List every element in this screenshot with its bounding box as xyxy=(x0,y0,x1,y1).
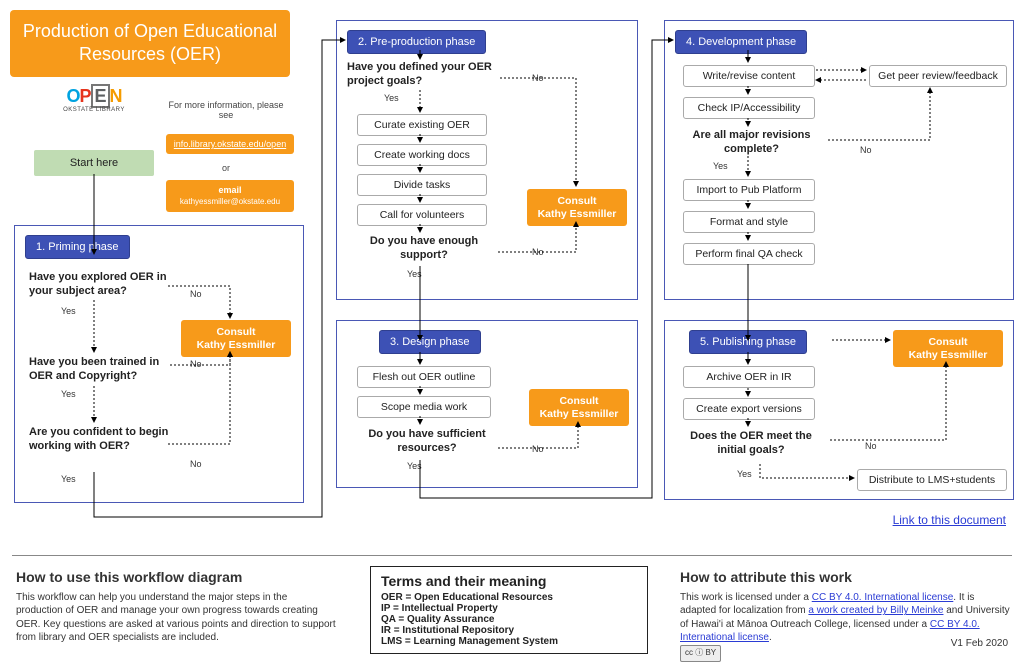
p1-q2-yes: Yes xyxy=(61,389,76,399)
consult-line2: Kathy Essmiller xyxy=(540,408,619,420)
p2-q1-no: No xyxy=(532,73,544,83)
cc-by-badge-icon: cc ⓘ BY xyxy=(680,645,721,662)
phase-4-step-qa: Perform final QA check xyxy=(683,243,815,265)
phase-2-panel: 2. Pre-production phase Have you defined… xyxy=(336,20,638,300)
email-address: kathyessmiller@okstate.edu xyxy=(180,197,280,206)
phase-1-q2: Have you been trained in OER and Copyrig… xyxy=(29,356,184,384)
phase-5-step-archive: Archive OER in IR xyxy=(683,366,815,388)
phase-2-step-divide: Divide tasks xyxy=(357,174,487,196)
term-oer: OER = Open Educational Resources xyxy=(381,592,553,603)
phase-1-consult[interactable]: Consult Kathy Essmiller xyxy=(181,320,291,357)
consult-line1: Consult xyxy=(928,336,967,348)
phase-2-step-curate: Curate existing OER xyxy=(357,114,487,136)
terms-heading: Terms and their meaning xyxy=(381,573,637,589)
info-link[interactable]: info.library.okstate.edu/open xyxy=(166,134,294,154)
p1-q3-yes: Yes xyxy=(61,474,76,484)
consult-line1: Consult xyxy=(557,195,596,207)
p1-q1-yes: Yes xyxy=(61,306,76,316)
p5-q1-yes: Yes xyxy=(737,469,752,479)
consult-line2: Kathy Essmiller xyxy=(909,349,988,361)
consult-line2: Kathy Essmiller xyxy=(538,208,617,220)
term-ir: IR = Institutional Repository xyxy=(381,625,514,636)
phase-2-consult[interactable]: Consult Kathy Essmiller xyxy=(527,189,627,226)
phase-4-panel: 4. Development phase Write/revise conten… xyxy=(664,20,1014,300)
phase-3-panel: 3. Design phase Flesh out OER outline Sc… xyxy=(336,320,638,488)
phase-5-header: 5. Publishing phase xyxy=(689,330,807,354)
p3-q1-no: No xyxy=(532,444,544,454)
phase-4-step-write: Write/revise content xyxy=(683,65,815,87)
logo-letter-p: P xyxy=(79,86,90,106)
logo-letter-o: O xyxy=(66,86,79,106)
cc-license-link-1[interactable]: CC BY 4.0. International license xyxy=(812,592,954,603)
original-work-link[interactable]: a work created by Billy Meinke xyxy=(808,605,943,616)
phase-4-q1: Are all major revisions complete? xyxy=(679,129,824,157)
p3-q1-yes: Yes xyxy=(407,461,422,471)
phase-2-q1: Have you defined your OER project goals? xyxy=(347,61,497,89)
phase-2-step-docs: Create working docs xyxy=(357,144,487,166)
or-text: or xyxy=(222,163,230,173)
version-label: V1 Feb 2020 xyxy=(951,638,1008,649)
how-to-use-heading: How to use this workflow diagram xyxy=(16,568,336,587)
footer-divider xyxy=(12,555,1012,556)
phase-4-step-ip: Check IP/Accessibility xyxy=(683,97,815,119)
how-to-use-text: This workflow can help you understand th… xyxy=(16,591,336,645)
phase-1-header: 1. Priming phase xyxy=(25,235,130,259)
logo-subtext: OKSTATE LIBRARY xyxy=(55,107,133,113)
phase-5-step-distribute: Distribute to LMS+students xyxy=(857,469,1007,491)
term-qa: QA = Quality Assurance xyxy=(381,614,494,625)
term-lms: LMS = Learning Management System xyxy=(381,636,558,647)
email-box[interactable]: email kathyessmiller@okstate.edu xyxy=(166,180,294,212)
title-banner: Production of Open Educational Resources… xyxy=(10,10,290,77)
logo-letter-e: E xyxy=(91,84,110,108)
phase-3-q1: Do you have sufficient resources? xyxy=(357,428,497,456)
logo-letter-n: N xyxy=(110,86,122,106)
phase-1-q1: Have you explored OER in your subject ar… xyxy=(29,271,179,299)
consult-line1: Consult xyxy=(216,326,255,338)
p5-q1-no: No xyxy=(865,441,877,451)
phase-1-panel: 1. Priming phase Have you explored OER i… xyxy=(14,225,304,503)
p4-q1-no: No xyxy=(860,145,872,155)
phase-5-consult[interactable]: Consult Kathy Essmiller xyxy=(893,330,1003,367)
start-here-box: Start here xyxy=(34,150,154,176)
phase-4-step-format: Format and style xyxy=(683,211,815,233)
p1-q1-no: No xyxy=(190,289,202,299)
attribution-text: This work is licensed under a CC BY 4.0.… xyxy=(680,591,1010,645)
phase-3-consult[interactable]: Consult Kathy Essmiller xyxy=(529,389,629,426)
phase-2-step-volunteers: Call for volunteers xyxy=(357,204,487,226)
p2-q1-yes: Yes xyxy=(384,93,399,103)
consult-line2: Kathy Essmiller xyxy=(197,339,276,351)
p4-q1-yes: Yes xyxy=(713,161,728,171)
info-text: For more information, please see xyxy=(166,100,286,120)
phase-5-step-export: Create export versions xyxy=(683,398,815,420)
p2-q2-no: No xyxy=(532,247,544,257)
phase-5-panel: 5. Publishing phase Archive OER in IR Cr… xyxy=(664,320,1014,500)
phase-5-q1: Does the OER meet the initial goals? xyxy=(681,430,821,458)
phase-3-header: 3. Design phase xyxy=(379,330,481,354)
phase-3-step-outline: Flesh out OER outline xyxy=(357,366,491,388)
phase-1-q3: Are you confident to begin working with … xyxy=(29,426,179,454)
how-to-use-section: How to use this workflow diagram This wo… xyxy=(16,568,336,645)
email-label: email xyxy=(172,185,288,196)
phase-2-q2: Do you have enough support? xyxy=(359,235,489,263)
p1-q2-no: No xyxy=(190,359,202,369)
okstate-open-logo: OPEN OKSTATE LIBRARY xyxy=(55,86,133,113)
p1-q3-no: No xyxy=(190,459,202,469)
phase-4-step-peer: Get peer review/feedback xyxy=(869,65,1007,87)
consult-line1: Consult xyxy=(559,395,598,407)
attribution-heading: How to attribute this work xyxy=(680,568,1010,587)
phase-2-header: 2. Pre-production phase xyxy=(347,30,486,54)
phase-4-header: 4. Development phase xyxy=(675,30,807,54)
phase-3-step-scope: Scope media work xyxy=(357,396,491,418)
phase-4-step-import: Import to Pub Platform xyxy=(683,179,815,201)
link-to-document[interactable]: Link to this document xyxy=(893,513,1006,527)
terms-section: Terms and their meaning OER = Open Educa… xyxy=(370,566,648,654)
term-ip: IP = Intellectual Property xyxy=(381,603,498,614)
p2-q2-yes: Yes xyxy=(407,269,422,279)
